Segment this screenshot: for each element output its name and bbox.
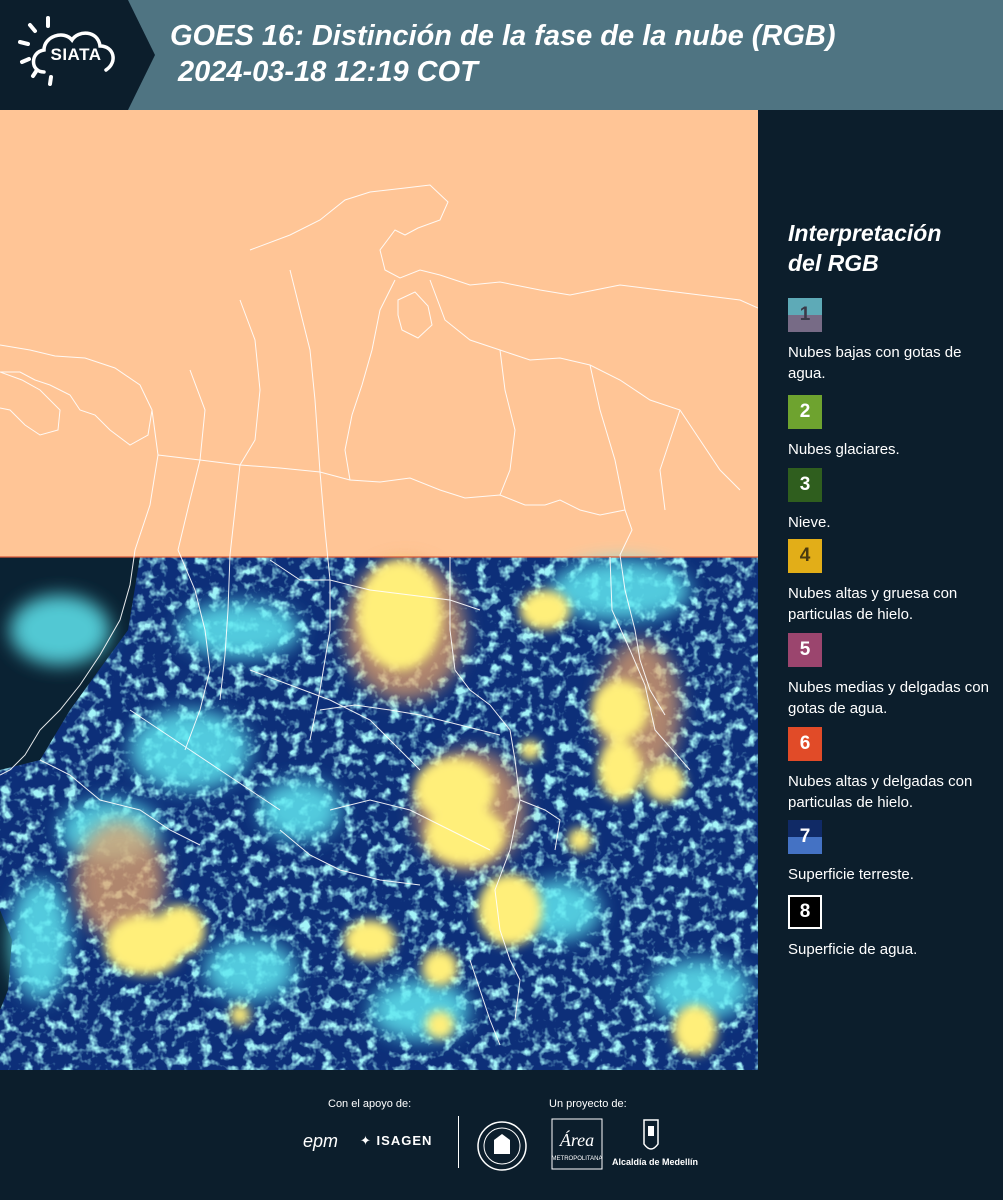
legend-description: Nubes glaciares. <box>788 441 900 458</box>
isagen-logo: ✦ ISAGEN <box>360 1133 433 1148</box>
seal-logo <box>477 1121 527 1171</box>
isagen-icon: ✦ <box>360 1133 372 1148</box>
legend-description: Superficie terreste. <box>788 866 914 883</box>
satellite-image <box>0 557 758 1070</box>
area-metropolitana-logo: Área METROPOLITANA <box>551 1118 603 1170</box>
legend-item-6: 6 Nubes altas y delgadas con particulas … <box>788 727 1003 813</box>
svg-text:METROPOLITANA: METROPOLITANA <box>552 1156 603 1162</box>
alcaldia-label: Alcaldía de Medellín <box>612 1157 699 1167</box>
legend-swatch: 3 <box>788 468 822 502</box>
logo-text: SIATA <box>50 45 102 64</box>
project-label: Un proyecto de: <box>549 1098 627 1110</box>
legend-swatch: 5 <box>788 633 822 667</box>
timestamp: 2024-03-18 12:19 COT <box>178 56 478 88</box>
epm-logo: epm <box>303 1131 339 1151</box>
legend-description: Superficie de agua. <box>788 941 918 958</box>
legend-panel: Interpretación del RGB 1 Nubes bajas con… <box>758 110 1003 1070</box>
header-bar: SIATA GOES 16: Distinción de la fase de … <box>0 0 1003 110</box>
footer: Con el apoyo de: Un proyecto de: epm ✦ I… <box>0 1070 1003 1200</box>
footer-divider <box>458 1116 459 1168</box>
legend-swatch: 6 <box>788 727 822 761</box>
legend-item-2: 2 Nubes glaciares. <box>788 395 1003 460</box>
legend-swatch: 7 <box>788 820 822 854</box>
legend-item-5: 5 Nubes medias y delgadas con gotas de a… <box>788 633 1003 719</box>
legend-description: Nubes altas y gruesa con particulas de h… <box>788 585 958 623</box>
legend-description: Nubes medias y delgadas con gotas de agu… <box>788 679 989 717</box>
legend-item-8: 8 Superficie de agua. <box>788 895 1003 960</box>
alcaldia-shield-icon <box>643 1119 659 1150</box>
legend-swatch: 4 <box>788 539 822 573</box>
page-title: GOES 16: Distinción de la fase de la nub… <box>170 20 836 52</box>
legend-swatch: 2 <box>788 395 822 429</box>
legend-swatch: 1 <box>788 298 822 332</box>
support-label: Con el apoyo de: <box>328 1098 412 1110</box>
legend-item-3: 3 Nieve. <box>788 468 1003 533</box>
legend-item-1: 1 Nubes bajas con gotas de agua. <box>788 298 1003 384</box>
legend-description: Nubes bajas con gotas de agua. <box>788 344 962 382</box>
legend-description: Nubes altas y delgadas con particulas de… <box>788 773 973 811</box>
no-data-area <box>0 110 758 557</box>
svg-text:Área: Área <box>559 1129 594 1150</box>
legend-item-4: 4 Nubes altas y gruesa con particulas de… <box>788 539 1003 625</box>
legend-title: Interpretación del RGB <box>788 220 942 276</box>
legend-swatch: 8 <box>788 895 822 929</box>
legend-item-7: 7 Superficie terreste. <box>788 820 1003 885</box>
siata-logo: SIATA <box>0 0 160 110</box>
legend-description: Nieve. <box>788 514 831 531</box>
satellite-map <box>0 110 758 1070</box>
